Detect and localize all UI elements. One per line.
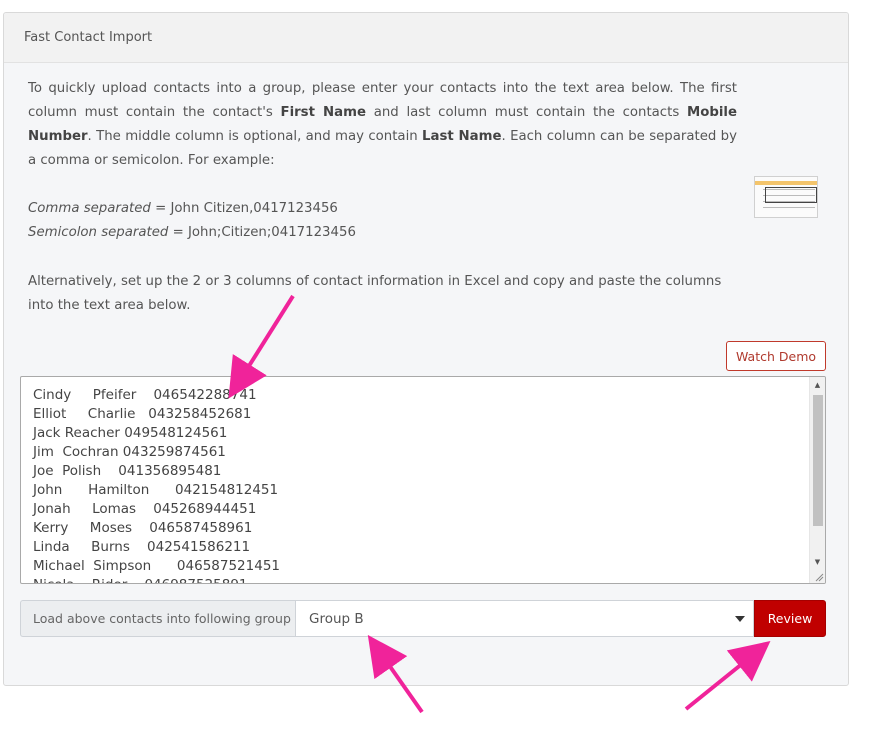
comma-value: = John Citizen,0417123456 [150,201,338,216]
contact-line: Linda Burns 042541586211 [33,539,251,555]
contact-line: Jim Cochran 043259874561 [33,444,226,460]
semicolon-value: = John;Citizen;0417123456 [168,225,356,240]
scroll-down-arrow-icon[interactable]: ▼ [810,555,825,569]
contacts-textarea[interactable]: Cindy Pfeifer 046542288741 Elliot Charlie… [20,376,826,584]
contact-line: Michael Simpson 046587521451 [33,558,280,574]
examples: Comma separated = John Citizen,041712345… [28,197,356,245]
contact-line: Jack Reacher 049548124561 [33,425,228,441]
comma-label: Comma separated [28,201,151,216]
contact-line: Cindy Pfeifer 046542288741 [33,387,257,403]
contact-line: Kerry Moses 046587458961 [33,520,253,536]
review-button[interactable]: Review [754,600,826,637]
contact-line: Nicola Rider 046987525891 [33,576,280,583]
textarea-scrollbar[interactable]: ▲ ▼ [809,377,825,583]
caret-down-icon [735,616,745,622]
semicolon-example: Semicolon separated = John;Citizen;04171… [28,221,356,245]
intro-part-2: and last column must contain the contact… [366,105,687,120]
intro-text: To quickly upload contacts into a group,… [28,77,737,173]
intro-first-name: First Name [280,105,367,120]
comma-example: Comma separated = John Citizen,041712345… [28,197,356,221]
alternative-text: Alternatively, set up the 2 or 3 columns… [28,274,722,313]
group-selected-value: Group B [309,610,364,627]
panel-title: Fast Contact Import [4,13,848,63]
scroll-up-arrow-icon[interactable]: ▲ [810,378,825,392]
resize-handle-icon[interactable] [814,572,824,582]
contact-line: Jonah Lomas 045268944451 [33,501,257,517]
contact-line: Elliot Charlie 043258452681 [33,406,252,422]
group-addon-label: Load above contacts into following group [20,600,295,637]
semicolon-label: Semicolon separated [28,225,169,240]
contact-line: Joe Polish 041356895481 [33,463,222,479]
intro-part-3: . The middle column is optional, and may… [87,129,423,144]
excel-thumbnail-image[interactable] [754,176,818,218]
scrollbar-thumb[interactable] [813,395,823,526]
group-select[interactable]: Group B [295,600,754,637]
contacts-text: Cindy Pfeifer 046542288741 Elliot Charlie… [33,386,280,583]
watch-demo-button[interactable]: Watch Demo [726,341,826,371]
contact-line: John Hamilton 042154812451 [33,482,279,498]
group-selector-row: Load above contacts into following group… [20,600,826,637]
intro-last-name: Last Name [422,129,502,144]
